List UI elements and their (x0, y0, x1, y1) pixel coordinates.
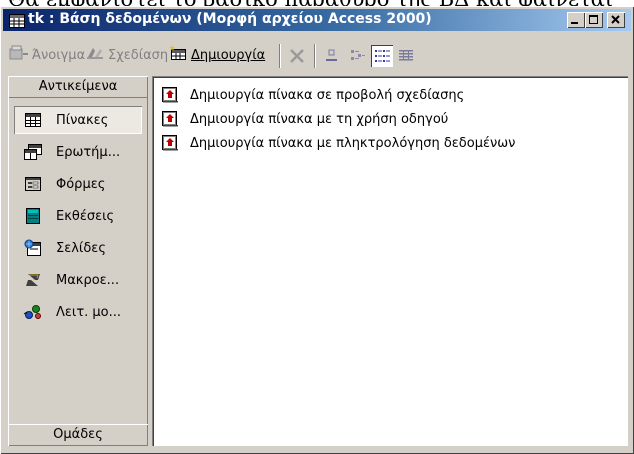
macro-icon (20, 273, 46, 287)
object-modules[interactable]: Λειτ. μο... (14, 298, 142, 326)
title-bar[interactable]: tk : Βάση δεδομένων (Μορφή αρχείου Acces… (3, 9, 631, 31)
list-view-button[interactable] (371, 45, 393, 67)
design-icon (85, 45, 105, 65)
details-view-icon (399, 50, 413, 61)
shortcut-icon (162, 111, 178, 127)
database-toolbar: Άνοιγμα Σχεδίαση Δημιουργία (3, 34, 631, 74)
maximize-icon (589, 15, 598, 24)
details-view-button[interactable] (395, 45, 417, 67)
large-icons-view-button[interactable] (321, 45, 343, 67)
minimize-button[interactable] (567, 12, 585, 28)
object-label: Ερωτήμ... (56, 144, 121, 160)
delete-icon (290, 49, 304, 63)
object-reports[interactable]: Εκθέσεις (14, 202, 142, 230)
small-icons-icon (351, 50, 365, 60)
object-label: Φόρμες (56, 176, 106, 192)
close-button[interactable] (607, 12, 625, 28)
list-item-label: Δημιουργία πίνακα με πληκτρολόγηση δεδομ… (190, 135, 516, 151)
objects-list: Δημιουργία πίνακα σε προβολή σχεδίασης Δ… (152, 76, 628, 446)
maximize-button[interactable] (585, 12, 603, 28)
list-item-label: Δημιουργία πίνακα σε προβολή σχεδίασης (190, 87, 465, 103)
small-icons-view-button[interactable] (346, 45, 368, 67)
objects-panel: Αντικείμενα Πίνακες Ερωτήμ... Φόρμες Εκθ… (8, 76, 148, 446)
window-title: tk : Βάση δεδομένων (Μορφή αρχείου Acces… (28, 11, 432, 27)
object-forms[interactable]: Φόρμες (14, 170, 142, 198)
minimize-icon (571, 22, 578, 24)
object-label: Σελίδες (56, 240, 106, 256)
large-icons-icon (326, 49, 337, 61)
module-icon (20, 304, 46, 320)
close-icon (611, 15, 620, 24)
open-label: Άνοιγμα (32, 47, 86, 63)
open-button[interactable]: Άνοιγμα (9, 44, 85, 66)
object-macros[interactable]: Μακροε... (14, 266, 142, 294)
object-tables[interactable]: Πίνακες (14, 106, 142, 134)
new-button[interactable]: Δημιουργία (168, 44, 265, 66)
open-icon (9, 45, 29, 65)
toolbar-separator (314, 44, 316, 68)
design-button[interactable]: Σχεδίαση (85, 44, 168, 66)
new-table-icon (168, 45, 188, 65)
query-icon (20, 144, 46, 160)
list-item[interactable]: Δημιουργία πίνακα σε προβολή σχεδίασης (162, 84, 464, 106)
object-label: Μακροε... (56, 272, 120, 288)
delete-button[interactable] (286, 45, 308, 67)
object-label: Εκθέσεις (56, 208, 115, 224)
design-label: Σχεδίαση (108, 47, 169, 63)
list-item[interactable]: Δημιουργία πίνακα με τη χρήση οδηγού (162, 108, 448, 130)
object-pages[interactable]: Σελίδες (14, 234, 142, 262)
list-item-label: Δημιουργία πίνακα με τη χρήση οδηγού (190, 111, 449, 127)
report-icon (20, 208, 46, 224)
form-icon (20, 177, 46, 191)
objects-header-button[interactable]: Αντικείμενα (8, 76, 148, 98)
object-label: Πίνακες (56, 112, 109, 128)
shortcut-icon (162, 135, 178, 151)
page-icon (20, 239, 46, 257)
new-label: Δημιουργία (191, 47, 266, 63)
object-queries[interactable]: Ερωτήμ... (14, 138, 142, 166)
table-icon (20, 113, 46, 127)
toolbar-separator (279, 44, 281, 68)
list-item[interactable]: Δημιουργία πίνακα με πληκτρολόγηση δεδομ… (162, 132, 515, 154)
database-icon (9, 13, 25, 28)
list-view-icon (375, 50, 390, 62)
groups-header-button[interactable]: Ομάδες (8, 424, 148, 446)
shortcut-icon (162, 87, 178, 103)
object-label: Λειτ. μο... (56, 304, 122, 320)
